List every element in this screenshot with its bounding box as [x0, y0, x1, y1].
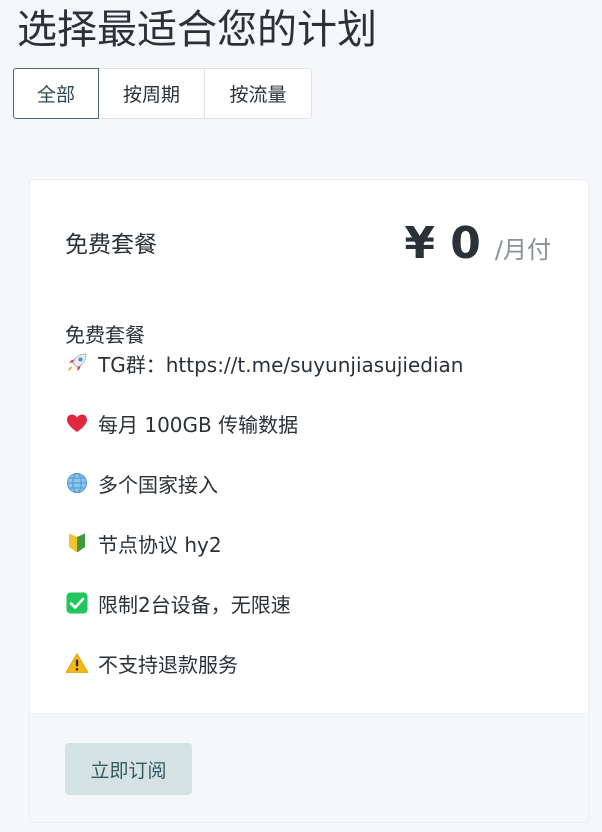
- feature-text: 限制2台设备，无限速: [98, 592, 291, 617]
- plan-description: 免费套餐 TG群：https://t.me/suyunjiasujiedian …: [65, 318, 565, 678]
- feature-item: 多个国家接入: [65, 468, 565, 498]
- tab-by-period[interactable]: 按周期: [98, 68, 205, 119]
- rocket-icon: [65, 351, 89, 375]
- feature-text: TG群：https://t.me/suyunjiasujiedian: [98, 352, 464, 377]
- feature-item: 限制2台设备，无限速: [65, 588, 565, 618]
- plan-price: ¥ 0 /月付: [404, 216, 551, 272]
- subscribe-button[interactable]: 立即订阅: [65, 743, 192, 795]
- feature-text: 每月 100GB 传输数据: [98, 412, 299, 437]
- price-value: ¥ 0: [404, 218, 481, 269]
- plan-name: 免费套餐: [65, 232, 157, 258]
- plan-card: 免费套餐 ¥ 0 /月付 免费套餐 TG群：https://t.me/suyun…: [29, 179, 589, 823]
- description-title: 免费套餐: [65, 322, 145, 347]
- feature-item: 节点协议 hy2: [65, 528, 565, 558]
- feature-text: 多个国家接入: [98, 472, 218, 497]
- page-title: 选择最适合您的计划: [17, 7, 377, 53]
- beginner-shield-icon: [65, 531, 89, 555]
- heart-icon: [65, 411, 89, 435]
- warning-icon: [65, 651, 89, 675]
- tab-by-traffic[interactable]: 按流量: [204, 68, 312, 119]
- feature-item: TG群：https://t.me/suyunjiasujiedian: [65, 348, 565, 378]
- feature-text: 节点协议 hy2: [98, 532, 222, 557]
- plan-filter-tabs: 全部 按周期 按流量: [13, 68, 312, 119]
- check-mark-icon: [65, 591, 89, 615]
- card-footer: 立即订阅: [30, 713, 588, 822]
- feature-item: 每月 100GB 传输数据: [65, 408, 565, 438]
- feature-item: 不支持退款服务: [65, 648, 565, 678]
- price-period: /月付: [494, 236, 551, 264]
- feature-text: 不支持退款服务: [98, 652, 238, 677]
- tab-all[interactable]: 全部: [13, 68, 99, 119]
- globe-icon: [65, 471, 89, 495]
